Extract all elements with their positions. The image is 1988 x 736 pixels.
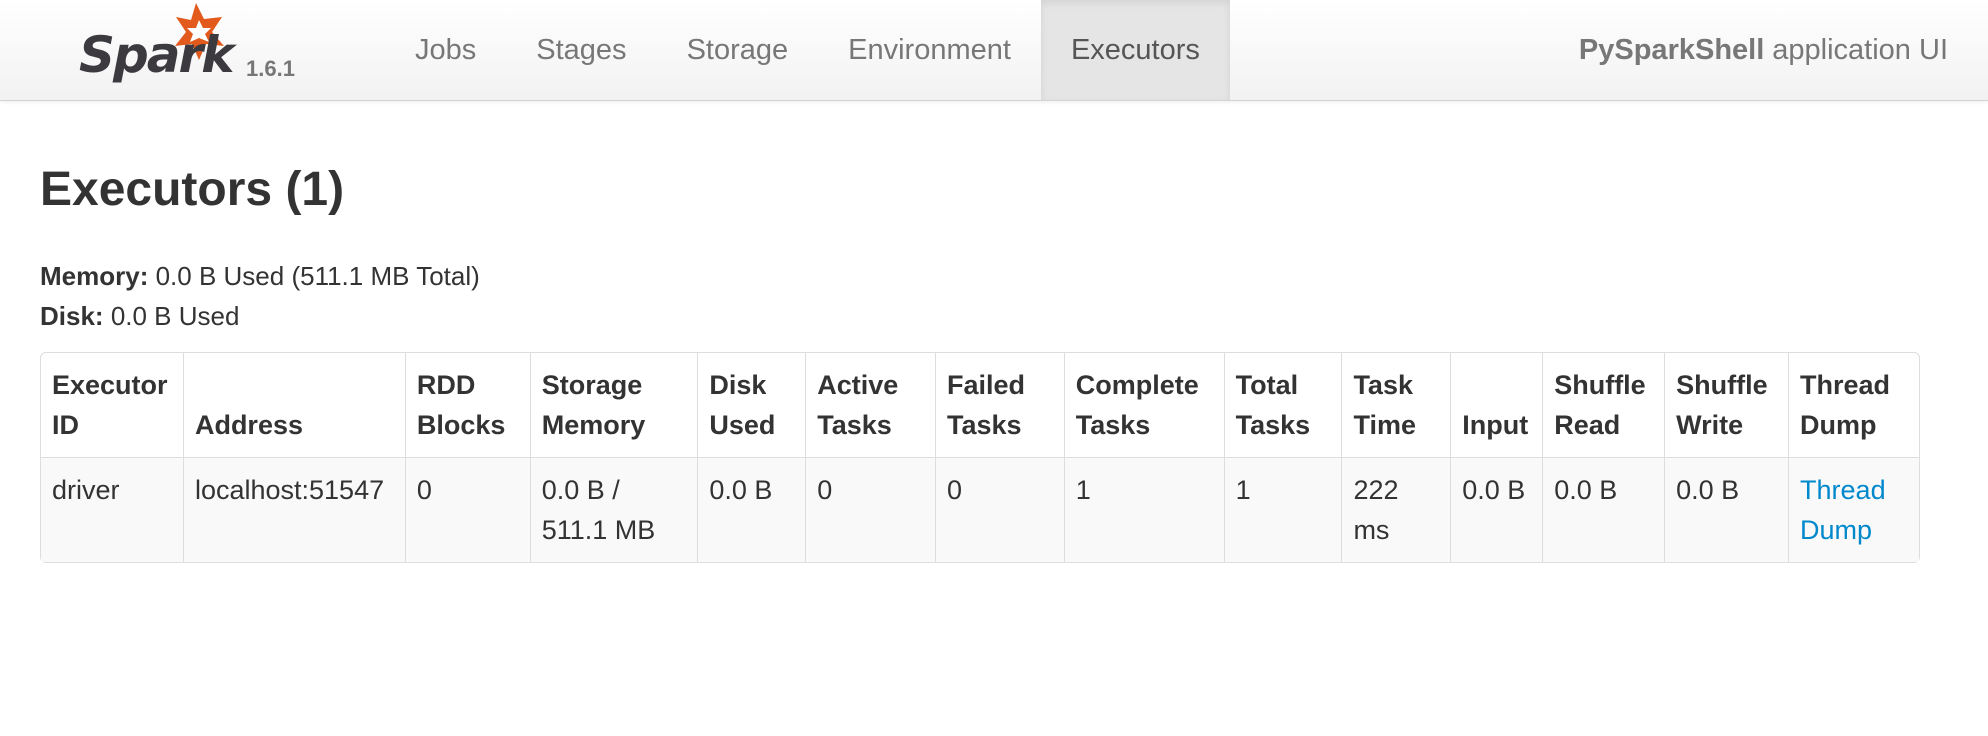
col-header-rdd-blocks[interactable]: RDD Blocks: [404, 353, 530, 457]
table-row: driver localhost:51547 0 0.0 B / 511.1 M…: [41, 457, 1919, 562]
cell-shuffle-read: 0.0 B: [1542, 457, 1665, 562]
cell-complete-tasks: 1: [1063, 457, 1224, 562]
col-header-complete-tasks[interactable]: Complete Tasks: [1063, 353, 1224, 457]
disk-label: Disk:: [40, 301, 104, 331]
thread-dump-link[interactable]: Thread Dump: [1800, 475, 1886, 545]
navbar: Spark 1.6.1 Jobs Stages Storage Environm…: [0, 0, 1988, 101]
col-header-shuffle-write[interactable]: Shuffle Write: [1664, 353, 1788, 457]
col-header-storage-memory[interactable]: Storage Memory: [529, 353, 698, 457]
app-name: PySparkShell: [1578, 33, 1765, 66]
col-header-input[interactable]: Input: [1450, 353, 1542, 457]
col-header-address[interactable]: Address: [182, 353, 405, 457]
cell-address: localhost:51547: [182, 457, 405, 562]
cell-total-tasks: 1: [1223, 457, 1342, 562]
tab-executors[interactable]: Executors: [1040, 0, 1230, 100]
memory-label: Memory:: [40, 261, 149, 291]
col-header-total-tasks[interactable]: Total Tasks: [1223, 353, 1342, 457]
col-header-shuffle-read[interactable]: Shuffle Read: [1542, 353, 1664, 457]
cell-task-time: 222 ms: [1341, 457, 1451, 562]
table-header-row: Executor ID Address RDD Blocks Storage M…: [41, 353, 1919, 457]
cell-failed-tasks: 0: [934, 457, 1064, 562]
app-title: PySparkShell application UI: [1579, 0, 1948, 100]
cell-disk-used: 0.0 B: [697, 457, 806, 562]
spark-logo-link[interactable]: Spark 1.6.1: [78, 0, 308, 100]
spark-logo-icon: Spark: [79, 3, 239, 84]
tab-environment[interactable]: Environment: [818, 0, 1041, 100]
nav-tabs: Jobs Stages Storage Environment Executor…: [385, 0, 1230, 100]
disk-value: 0.0 B Used: [110, 301, 240, 331]
cell-input: 0.0 B: [1450, 457, 1543, 562]
col-header-failed-tasks[interactable]: Failed Tasks: [934, 353, 1064, 457]
col-header-task-time[interactable]: Task Time: [1341, 353, 1450, 457]
app-suffix: application UI: [1772, 33, 1948, 66]
col-header-active-tasks[interactable]: Active Tasks: [805, 353, 935, 457]
spark-version: 1.6.1: [246, 56, 295, 81]
cell-executor-id: driver: [41, 457, 183, 562]
col-header-disk-used[interactable]: Disk Used: [697, 353, 805, 457]
memory-value: 0.0 B Used (511.1 MB Total): [155, 261, 480, 291]
cell-thread-dump: Thread Dump: [1788, 457, 1919, 562]
col-header-thread-dump[interactable]: Thread Dump: [1788, 353, 1919, 457]
tab-storage[interactable]: Storage: [657, 0, 819, 100]
col-header-executor-id[interactable]: Executor ID: [41, 353, 183, 457]
tab-jobs[interactable]: Jobs: [385, 0, 506, 100]
storage-summary: Memory: 0.0 B Used (511.1 MB Total) Disk…: [40, 256, 480, 336]
disk-summary: Disk: 0.0 B Used: [40, 296, 480, 336]
cell-shuffle-write: 0.0 B: [1664, 457, 1789, 562]
memory-summary: Memory: 0.0 B Used (511.1 MB Total): [40, 256, 480, 296]
cell-storage-memory: 0.0 B / 511.1 MB: [529, 457, 698, 562]
spark-logo-text: Spark: [79, 26, 237, 84]
cell-rdd-blocks: 0: [404, 457, 530, 562]
page-title: Executors (1): [40, 163, 345, 216]
executors-table: Executor ID Address RDD Blocks Storage M…: [40, 352, 1920, 563]
tab-stages[interactable]: Stages: [506, 0, 656, 100]
cell-active-tasks: 0: [805, 457, 935, 562]
